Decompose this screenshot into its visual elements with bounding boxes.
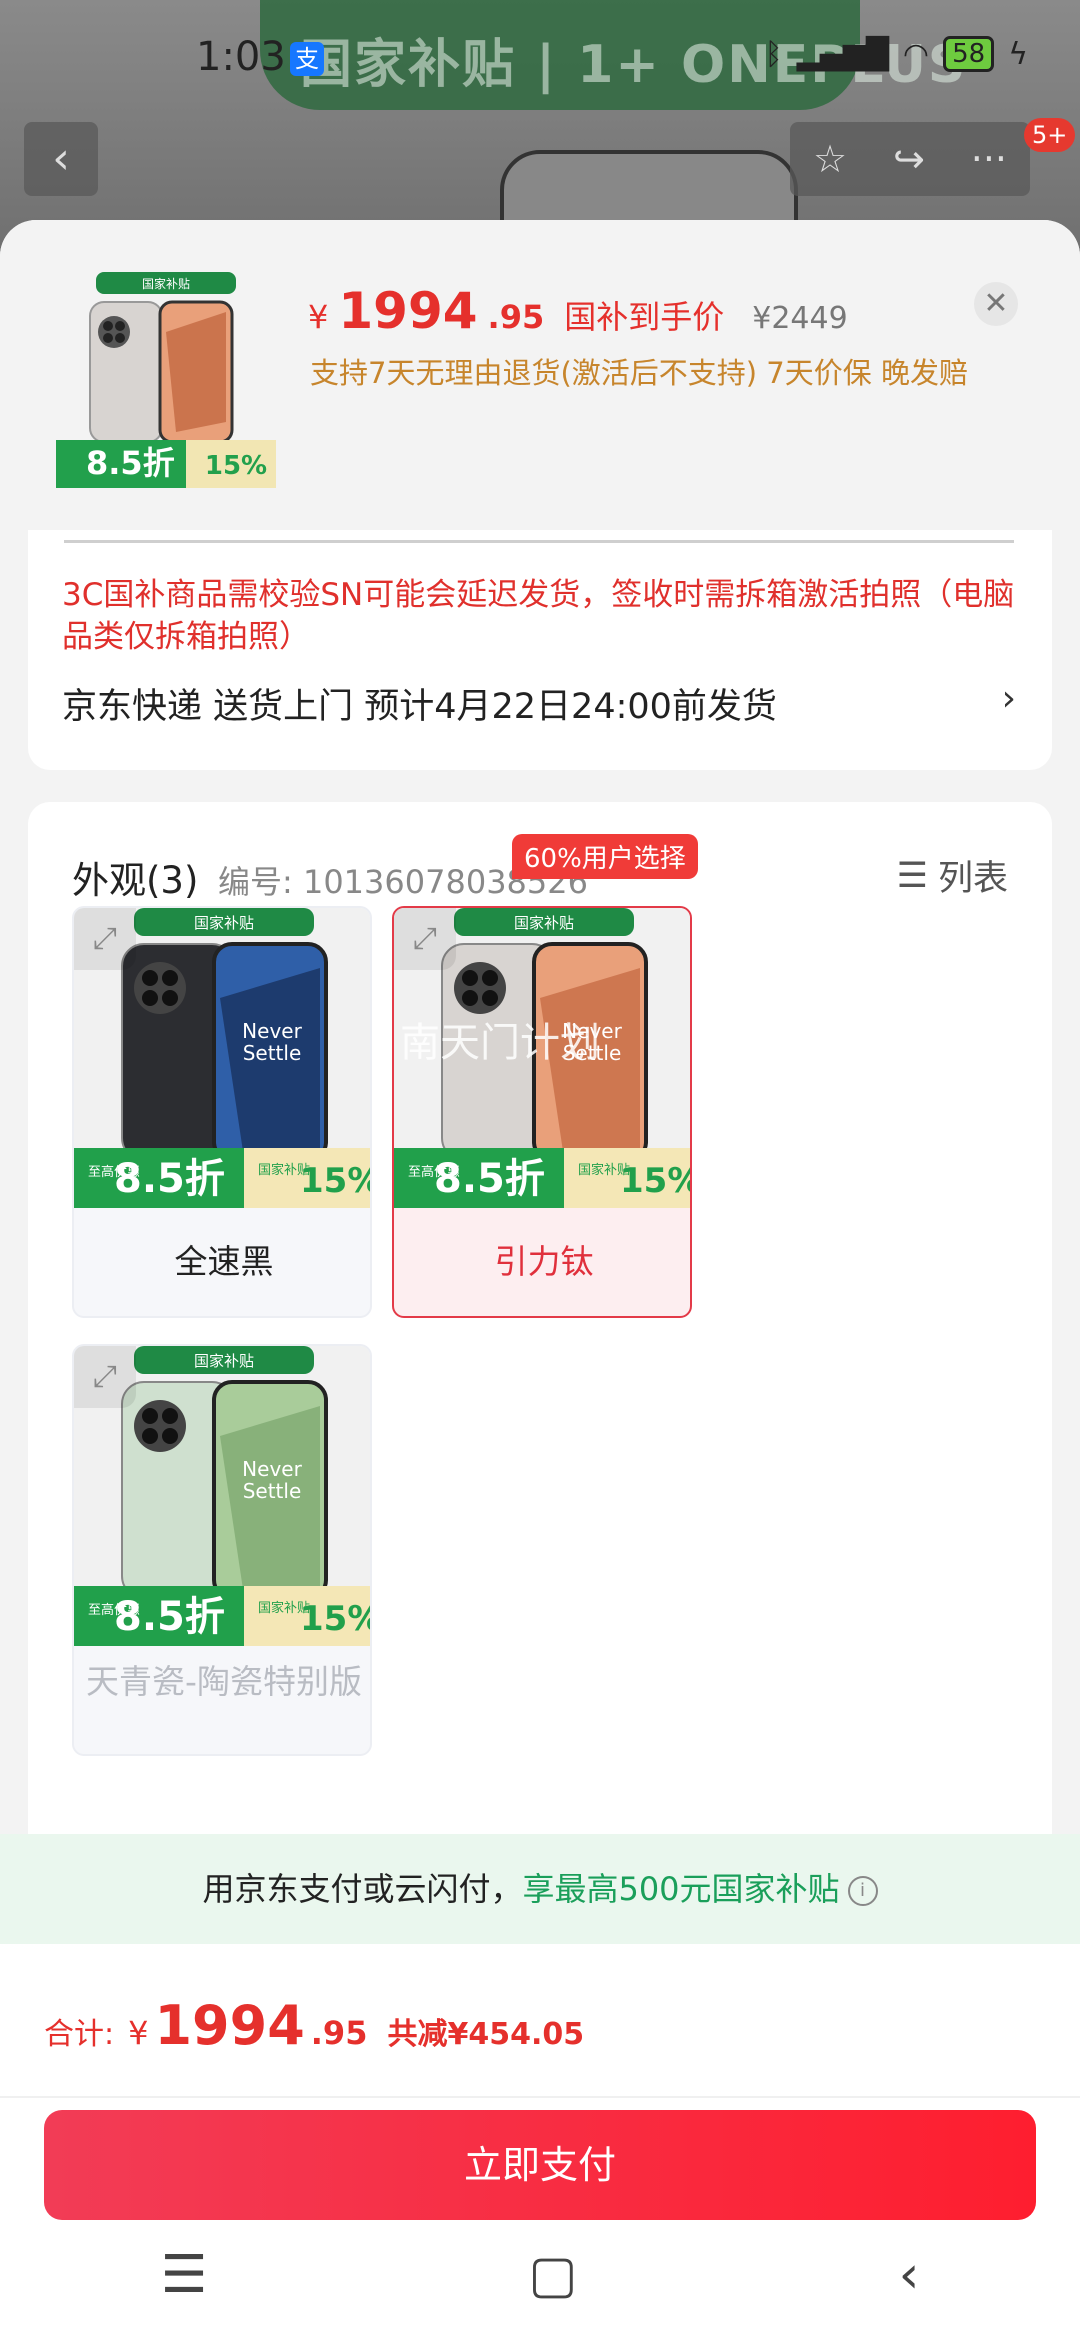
color-option-celadon[interactable]: 国家补贴 Never Settle 至高优惠 8.5折 国家补贴 15% ⤢ 天青瓷-陶瓷特别版 — [72, 1344, 372, 1756]
expand-icon[interactable]: ⤢ — [394, 908, 456, 970]
divider — [0, 2096, 1080, 2098]
list-label: 列表 — [937, 859, 1008, 899]
option-phone-text-2: Settle — [243, 1479, 302, 1503]
system-navigation: ☰ ▢ ‹ — [0, 2230, 1080, 2320]
payment-subsidy-notice: 用京东支付或云闪付，享最高500元国家补贴 i — [0, 1834, 1080, 1944]
option-banner: 国家补贴 — [194, 914, 254, 932]
total-saving: 共减¥454.05 — [387, 2017, 585, 2052]
notice-highlight: 享最高500元国家补贴 — [522, 1870, 840, 1908]
option-phone-text-1: Never — [242, 1457, 302, 1481]
list-view-toggle[interactable]: ☰ 列表 — [897, 850, 1008, 901]
wifi-icon: ◠ — [902, 36, 930, 72]
info-icon[interactable]: i — [847, 1876, 878, 1906]
option-banner: 国家补贴 — [514, 914, 574, 932]
option-banner: 国家补贴 — [194, 1352, 254, 1370]
color-option-black[interactable]: 国家补贴 Never Settle 至高优惠 8.5折 国家补贴 15% ⤢ 全速黑 — [72, 906, 372, 1318]
expand-icon[interactable]: ⤢ — [74, 1346, 136, 1408]
price-tag: 国补到手价 — [564, 298, 725, 336]
option-discount: 8.5折 — [114, 1594, 225, 1640]
sn-verify-warning: 3C国补商品需校验SN可能会延迟发货，签收时需拆箱激活拍照（电脑品类仅拆箱拍照） — [62, 577, 1015, 655]
total-integer: 1994 — [154, 1994, 305, 2057]
option-phone-text-1: Never — [242, 1019, 302, 1043]
watermark-text: 南天门计划 — [400, 1020, 600, 1066]
menu-icon[interactable]: ☰ — [161, 2245, 208, 2305]
option-discount: 8.5折 — [434, 1156, 545, 1202]
price-row: ¥ 1994 .95 国补到手价 ¥2449 — [308, 282, 848, 340]
star-icon[interactable]: ☆ — [813, 137, 847, 181]
total-currency: ¥ — [128, 2014, 149, 2052]
total-row: 合计: ¥ 1994 .95 共减¥454.05 — [44, 1994, 584, 2057]
product-thumbnail: 国家补贴 8.5折 15% — [56, 272, 276, 488]
close-icon: ✕ — [983, 286, 1009, 321]
close-button[interactable]: ✕ — [974, 282, 1018, 326]
option-label: 全速黑 — [174, 1242, 274, 1281]
share-icon[interactable]: ↪ — [893, 137, 925, 181]
purchase-sheet: 国家补贴 8.5折 15% ¥ 1994 .95 国补到手价 ¥2449 支持7… — [0, 220, 1080, 2340]
option-discount: 8.5折 — [114, 1156, 225, 1202]
original-price: ¥2449 — [752, 301, 848, 336]
price-decimal: .95 — [487, 298, 545, 336]
price-integer: 1994 — [338, 282, 478, 340]
signal-icon: ▂▄▆█ — [796, 36, 889, 72]
total-label: 合计: — [44, 2017, 115, 2052]
option-label: 引力钛 — [494, 1242, 594, 1281]
option-subsidy-pct: 15% — [620, 1161, 692, 1201]
status-icons: ᛒ ▂▄▆█ ◠ 58 ϟ — [765, 36, 1028, 72]
charging-icon: ϟ — [1008, 36, 1028, 72]
thumb-banner-text: 国家补贴 — [142, 276, 190, 291]
thumb-discount: 8.5折 — [86, 444, 175, 482]
product-summary: 国家补贴 8.5折 15% ¥ 1994 .95 国补到手价 ¥2449 支持7… — [0, 220, 1080, 530]
list-icon: ☰ — [896, 855, 928, 896]
notification-badge: 5+ — [1024, 118, 1076, 152]
chevron-left-icon: ‹ — [52, 133, 70, 184]
option-phone-text-2: Settle — [243, 1041, 302, 1065]
price-currency: ¥ — [308, 298, 329, 336]
service-promises: 支持7天无理由退货(激活后不支持) 7天价保 晚发赔 — [310, 356, 968, 390]
option-label: 天青瓷-陶瓷特别版 — [86, 1662, 362, 1701]
color-option-titanium[interactable]: 国家补贴 Never Settle 至高优惠 8.5折 国家补贴 15% ⤢ 引力钛 — [392, 906, 692, 1318]
notice-prefix: 用京东支付或云闪付， — [202, 1870, 523, 1908]
bluetooth-icon: ᛒ — [764, 36, 783, 72]
thumb-subsidy-pct: 15% — [205, 451, 267, 481]
back-button[interactable]: ‹ — [24, 122, 98, 196]
clipped-address-row — [64, 530, 1014, 543]
alipay-icon: 支 — [290, 42, 324, 76]
shipping-info[interactable]: 京东快递 送货上门 预计4月22日24:00前发货 — [62, 678, 777, 729]
chevron-right-icon[interactable]: › — [1002, 678, 1016, 719]
appearance-card: 外观(3) 编号: 10136078038526 ☰ 列表 国家补贴 Never S… — [28, 802, 1052, 1902]
total-decimal: .95 — [310, 2014, 368, 2052]
status-time: 1:03 — [196, 34, 286, 80]
option-subsidy-pct: 15% — [300, 1599, 372, 1639]
more-icon[interactable]: ··· — [971, 137, 1007, 181]
appearance-title: 外观(3) — [72, 859, 199, 902]
home-icon[interactable]: ▢ — [528, 2245, 577, 2305]
back-icon[interactable]: ‹ — [899, 2245, 920, 2305]
expand-icon[interactable]: ⤢ — [74, 908, 136, 970]
delivery-card: 3C国补商品需校验SN可能会延迟发货，签收时需拆箱激活拍照（电脑品类仅拆箱拍照）… — [28, 530, 1052, 770]
option-subsidy-pct: 15% — [300, 1161, 372, 1201]
battery-icon: 58 — [943, 36, 995, 72]
popular-choice-badge: 60%用户选择 — [512, 834, 698, 879]
pay-now-button[interactable]: 立即支付 — [44, 2110, 1036, 2220]
header-actions: ☆ ↪ ··· — [790, 122, 1030, 196]
